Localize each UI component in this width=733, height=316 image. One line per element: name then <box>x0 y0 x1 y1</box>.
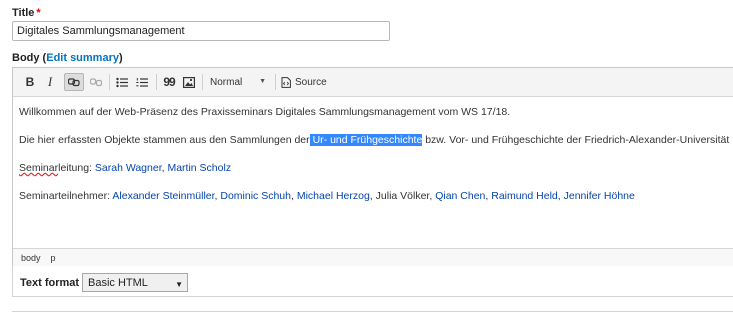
path-item-p[interactable]: p <box>51 253 56 263</box>
text-format-row: Text format Basic HTML ▼ <box>12 266 733 297</box>
toolbar-separator <box>109 74 110 90</box>
bulleted-list-button[interactable] <box>113 73 131 91</box>
edit-summary-link[interactable]: Edit summary <box>46 52 119 64</box>
toolbar-separator <box>156 74 157 90</box>
bulleted-list-icon <box>116 77 128 87</box>
unlink-icon <box>90 78 102 87</box>
source-label: Source <box>295 76 327 88</box>
toolbar-separator <box>275 74 276 90</box>
participant-link[interactable]: Dominic Schuh <box>220 190 291 202</box>
divider <box>12 311 733 312</box>
image-icon <box>183 76 195 88</box>
spellcheck-word: Seminar <box>19 162 59 174</box>
chevron-down-icon: ▼ <box>175 280 183 289</box>
blockquote-button[interactable]: 99 <box>160 73 178 91</box>
link-icon <box>68 78 80 87</box>
unlink-button[interactable] <box>87 73 105 91</box>
participant-link[interactable]: Jennifer Höhne <box>564 190 635 202</box>
paragraph-seminar-lead: Seminarleitung: Sarah Wagner, Martin Sch… <box>19 162 232 174</box>
person-link[interactable]: Sarah Wagner <box>95 162 162 174</box>
link-button[interactable] <box>64 73 84 91</box>
body-label: Body (Edit summary) <box>12 52 123 64</box>
participant-link[interactable]: Raimund Held <box>491 190 558 202</box>
path-item-body[interactable]: body <box>21 253 41 263</box>
paragraph-format-dropdown[interactable]: Normal ▼ <box>205 73 269 91</box>
toolbar-separator <box>202 74 203 90</box>
editor-toolbar: B I 99 Normal ▼ Source <box>13 68 733 97</box>
numbered-list-button[interactable] <box>133 73 151 91</box>
bold-button[interactable]: B <box>21 73 39 91</box>
participant-link[interactable]: Michael Herzog <box>297 190 370 202</box>
element-path-bar: body p <box>13 248 733 266</box>
editor-content[interactable]: Willkommen auf der Web-Präsenz des Praxi… <box>19 105 733 217</box>
italic-button[interactable]: I <box>41 73 59 91</box>
chevron-down-icon: ▼ <box>259 78 266 85</box>
image-button[interactable] <box>180 73 198 91</box>
blockquote-icon: 99 <box>163 75 175 89</box>
source-button[interactable]: Source <box>281 73 327 91</box>
seminar-lead-label: leitung: <box>58 162 92 174</box>
numbered-list-icon <box>136 77 148 87</box>
text-format-value: Basic HTML <box>88 276 148 289</box>
paragraph-welcome: Willkommen auf der Web-Präsenz des Praxi… <box>19 106 511 118</box>
paragraph-format-value: Normal <box>210 76 243 88</box>
paragraph-objects-text: Die hier erfassten Objekte stammen aus d… <box>19 134 310 146</box>
person-link[interactable]: Martin Scholz <box>167 162 231 174</box>
rich-text-editor[interactable]: B I 99 Normal ▼ Source Willkommen auf de… <box>12 67 733 267</box>
participant-link[interactable]: Alexander Steinmüller <box>112 190 214 202</box>
participants-label: Seminarteilnehmer: <box>19 190 111 202</box>
title-input[interactable] <box>12 21 390 41</box>
text-format-label: Text format <box>20 277 80 289</box>
paragraph-participants: Seminarteilnehmer: Alexander Steinmüller… <box>19 190 635 202</box>
source-icon <box>281 76 291 88</box>
text-format-select[interactable]: Basic HTML ▼ <box>82 273 188 292</box>
required-marker: * <box>36 7 41 19</box>
participant-name: Julia Völker <box>375 190 430 202</box>
title-label: Title * <box>12 7 41 19</box>
participant-link[interactable]: Qian Chen <box>435 190 485 202</box>
selected-text: Ur- und Frühgeschichte <box>309 134 423 146</box>
paragraph-objects: Die hier erfassten Objekte stammen aus d… <box>19 133 733 148</box>
paragraph-objects-text-end: bzw. Vor- und Frühgeschichte der Friedri… <box>422 134 733 146</box>
